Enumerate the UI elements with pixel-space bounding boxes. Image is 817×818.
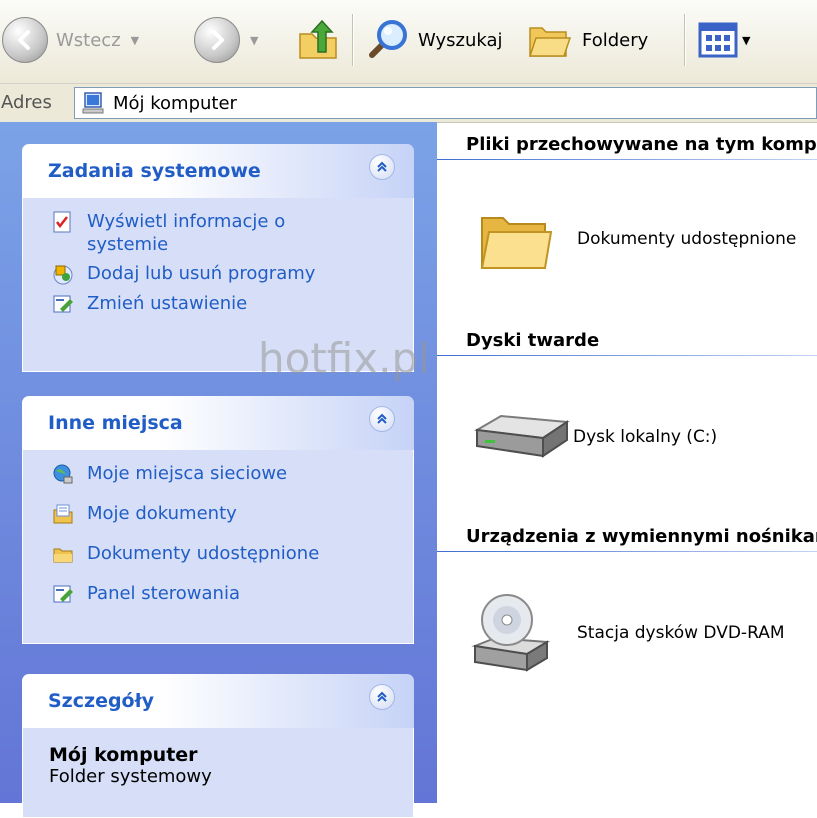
group-header-files: Pliki przechowywane na tym komputerze xyxy=(466,134,817,155)
item-label: Stacja dysków DVD-RAM xyxy=(577,623,785,643)
details-header[interactable]: Szczegóły xyxy=(22,674,414,728)
toolbar-separator xyxy=(352,14,353,66)
details-title: Szczegóły xyxy=(48,690,155,712)
folders-button[interactable]: Foldery xyxy=(526,14,648,66)
address-bar: Adres Mój komputer xyxy=(0,84,817,123)
system-tasks-title: Zadania systemowe xyxy=(48,160,261,182)
views-icon xyxy=(698,22,738,58)
forward-button[interactable]: ▼ xyxy=(194,14,258,66)
place-label: Moje dokumenty xyxy=(87,503,237,524)
item-label: Dysk lokalny (C:) xyxy=(573,427,718,447)
search-button[interactable]: Wyszukaj xyxy=(364,14,503,66)
task-label: Zmień ustawienie xyxy=(87,293,248,314)
my-computer-icon xyxy=(82,92,104,114)
task-change-setting[interactable]: Zmień ustawienie xyxy=(51,292,413,316)
content-area: Pliki przechowywane na tym komputerze Do… xyxy=(437,122,817,803)
place-label: Dokumenty udostępnione xyxy=(87,543,320,564)
place-network[interactable]: Moje miejsca sieciowe xyxy=(51,462,413,486)
task-label: Dodaj lub usuń programy xyxy=(87,263,316,284)
group-divider xyxy=(437,355,817,356)
group-header-hard-disks: Dyski twarde xyxy=(466,330,600,351)
chevron-up-icon xyxy=(377,161,387,172)
views-button[interactable]: ▼ xyxy=(698,14,750,66)
dvd-drive-icon xyxy=(471,594,551,672)
forward-dropdown-icon[interactable]: ▼ xyxy=(250,34,258,47)
folders-label: Foldery xyxy=(582,29,649,51)
details-panel: Szczegóły Mój komputer Folder systemowy xyxy=(22,674,414,818)
back-label: Wstecz xyxy=(56,29,121,51)
task-add-remove-programs[interactable]: Dodaj lub usuń programy xyxy=(51,262,413,286)
hard-drive-icon xyxy=(473,414,570,458)
folders-icon xyxy=(528,27,572,57)
item-label: Dokumenty udostępnione xyxy=(577,229,797,249)
address-label: Adres xyxy=(1,92,52,113)
task-view-system-info[interactable]: Wyświetl informacje o systemie xyxy=(51,210,413,256)
address-field[interactable]: Mój komputer xyxy=(74,87,817,119)
forward-arrow-icon xyxy=(194,17,240,63)
address-value: Mój komputer xyxy=(113,92,237,114)
place-shared-documents[interactable]: Dokumenty udostępnione xyxy=(51,542,413,566)
system-info-icon xyxy=(51,210,75,234)
task-label: Wyświetl informacje o systemie xyxy=(87,211,286,255)
details-name: Mój komputer xyxy=(49,744,198,766)
folder-icon xyxy=(480,217,553,269)
chevron-up-icon xyxy=(377,413,387,424)
group-divider xyxy=(437,159,817,160)
network-places-icon xyxy=(51,462,75,486)
up-folder-button[interactable] xyxy=(296,14,340,66)
place-label: Panel sterowania xyxy=(87,583,240,604)
other-places-title: Inne miejsca xyxy=(48,412,183,434)
up-folder-icon xyxy=(299,19,337,59)
search-label: Wyszukaj xyxy=(418,29,503,51)
group-header-removable: Urządzenia z wymiennymi nośnikami xyxy=(466,526,817,547)
my-documents-icon xyxy=(51,502,75,526)
chevron-up-icon xyxy=(377,691,387,702)
task-pane: Zadania systemowe Wyświetl informacje o … xyxy=(0,122,437,818)
other-places-body: Moje miejsca sieciowe Moje dokumenty Dok… xyxy=(22,450,414,644)
other-places-panel: Inne miejsca Moje miejsca sieciowe Moje … xyxy=(22,396,414,644)
toolbar: Wstecz ▼ ▼ Wyszukaj Foldery ▼ xyxy=(0,0,817,84)
system-tasks-panel: Zadania systemowe Wyświetl informacje o … xyxy=(22,144,414,372)
back-dropdown-icon[interactable]: ▼ xyxy=(131,34,139,47)
details-body: Mój komputer Folder systemowy xyxy=(22,728,414,818)
system-tasks-header[interactable]: Zadania systemowe xyxy=(22,144,414,198)
item-local-disk[interactable]: Dysk lokalny (C:) xyxy=(471,412,717,462)
collapse-details-button[interactable] xyxy=(369,684,395,710)
group-divider xyxy=(437,551,817,552)
place-my-documents[interactable]: Moje dokumenty xyxy=(51,502,413,526)
place-control-panel[interactable]: Panel sterowania xyxy=(51,582,413,606)
search-icon xyxy=(369,20,407,58)
toolbar-separator xyxy=(684,14,685,66)
collapse-other-places-button[interactable] xyxy=(369,406,395,432)
shared-documents-icon xyxy=(51,542,75,566)
place-label: Moje miejsca sieciowe xyxy=(87,463,288,484)
add-remove-programs-icon xyxy=(51,262,75,286)
control-panel-icon xyxy=(51,582,75,606)
control-panel-icon xyxy=(51,292,75,316)
other-places-header[interactable]: Inne miejsca xyxy=(22,396,414,450)
collapse-system-tasks-button[interactable] xyxy=(369,154,395,180)
item-dvd-drive[interactable]: Stacja dysków DVD-RAM xyxy=(471,592,785,674)
views-dropdown-icon[interactable]: ▼ xyxy=(742,34,750,47)
item-shared-documents[interactable]: Dokumenty udostępnione xyxy=(479,206,796,272)
system-tasks-body: Wyświetl informacje o systemie Dodaj lub… xyxy=(22,198,414,372)
back-button[interactable]: Wstecz ▼ xyxy=(2,14,139,66)
back-arrow-icon xyxy=(2,17,48,63)
details-type: Folder systemowy xyxy=(49,766,212,787)
